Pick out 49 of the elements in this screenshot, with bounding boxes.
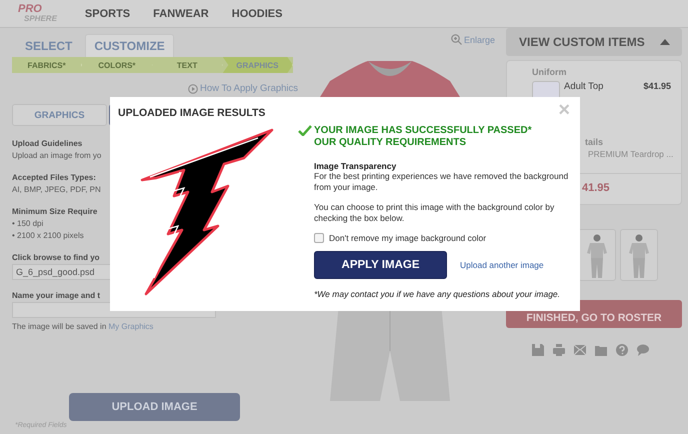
close-button[interactable]: × (558, 99, 570, 122)
guideline-text: Upload an image from yo (12, 150, 102, 162)
folder-icon[interactable] (594, 343, 608, 357)
transparency-heading: Image Transparency (314, 161, 398, 171)
player-thumbnail[interactable] (620, 229, 658, 281)
checkbox-label[interactable]: Don't remove my image background color (329, 233, 486, 243)
player-thumbnail[interactable] (578, 229, 616, 281)
enlarge-link[interactable]: Enlarge (450, 34, 495, 45)
my-graphics-link[interactable]: My Graphics (108, 322, 154, 331)
details-label: tails (585, 137, 604, 147)
upload-image-button[interactable]: UPLOAD IMAGE (69, 393, 240, 421)
check-icon (298, 125, 312, 136)
background-checkbox[interactable] (314, 233, 324, 243)
guideline-heading: Accepted Files Types: (12, 172, 97, 184)
help-link[interactable]: How To Apply Graphics (188, 83, 298, 94)
caret-icon[interactable] (660, 39, 670, 45)
zoom-icon (450, 34, 462, 45)
help-icon[interactable] (614, 343, 628, 357)
guideline-heading: Minimum Size Require (12, 206, 98, 218)
item-price: $41.95 (643, 81, 671, 91)
mode-tab[interactable]: CUSTOMIZE (85, 34, 174, 57)
dialog-title: UPLOADED IMAGE RESULTS (118, 107, 266, 119)
category-label: Uniform (532, 67, 568, 77)
guideline-text: AI, BMP, JPEG, PDF, PN (12, 184, 102, 196)
nav-link[interactable]: FANWEAR (153, 8, 209, 20)
save-icon[interactable] (530, 343, 544, 357)
info-text: You can choose to print this image with the background color by checking the box below. (314, 202, 556, 224)
mail-icon[interactable] (572, 343, 586, 357)
apply-image-button[interactable]: APPLY IMAGE (314, 251, 447, 279)
field-label: Name your image and t (12, 290, 102, 302)
chat-icon[interactable] (636, 343, 650, 357)
play-icon (188, 84, 198, 94)
upload-another-link[interactable]: Upload another image (460, 260, 544, 270)
field-label: Click browse to find yo (12, 252, 101, 264)
guideline-text: • 2100 x 2100 pixels (12, 230, 85, 242)
saved-note: The image will be saved in My Graphics (12, 321, 154, 333)
details-value: PREMIUM Teardrop ... (588, 149, 674, 159)
print-icon[interactable] (552, 343, 566, 357)
contact-note: *We may contact you if we have any questions about your image. (314, 289, 562, 299)
custom-items-title: VIEW CUSTOM ITEMS (519, 35, 645, 49)
panel-tab[interactable]: GRAPHICS (12, 104, 107, 126)
mode-tab[interactable]: SELECT (16, 34, 82, 57)
guideline-heading: Upload Guidelines (12, 138, 84, 150)
item-name: Adult Top (564, 81, 604, 92)
guideline-text: • 150 dpi (12, 218, 44, 230)
success-message: YOUR IMAGE HAS SUCCESSFULLY PASSED* OUR QUALITY REQUIREMENTS (314, 125, 533, 149)
nav-link[interactable]: SPORTS (84, 8, 130, 20)
nav-link[interactable]: HOODIES (232, 8, 282, 20)
custom-items-header[interactable]: VIEW CUSTOM ITEMS (506, 28, 682, 56)
